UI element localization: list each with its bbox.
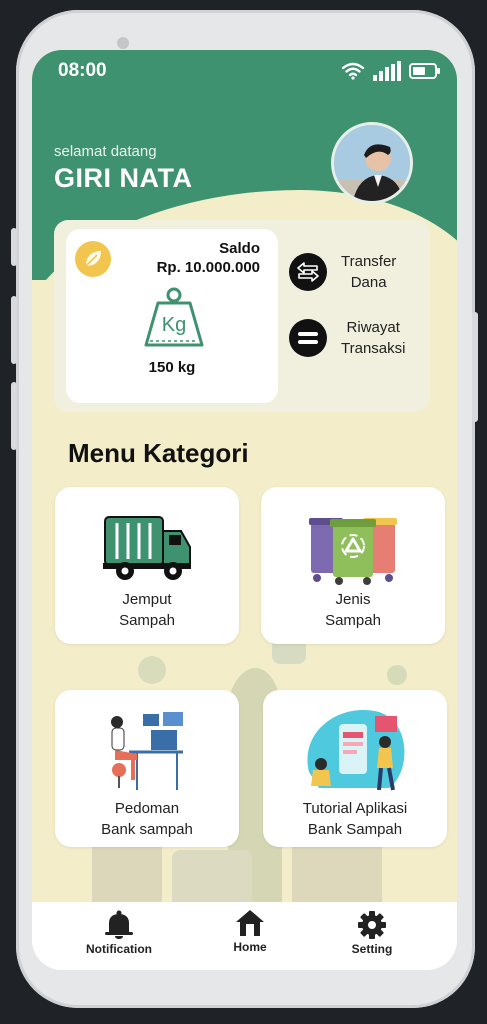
side-button-power [472, 312, 478, 422]
saldo-label: Saldo [219, 240, 260, 257]
balance-card[interactable]: Saldo Rp. 10.000.000 Kg 150 kg [66, 229, 278, 403]
leaf-badge [75, 241, 111, 277]
history-icon [289, 319, 327, 357]
nav-home[interactable]: Home [195, 908, 305, 954]
menu-tutorial-aplikasi[interactable]: Tutorial Aplikasi Bank Sampah [263, 690, 447, 847]
side-button-volume-down [11, 382, 17, 450]
side-button-mute [11, 228, 17, 266]
side-button-volume-up [11, 296, 17, 364]
transfer-dana-label: Transfer Dana [341, 251, 396, 293]
riwayat-label-line2: Transaksi [341, 340, 406, 357]
recycle-bins-icon [309, 518, 397, 585]
battery-icon [409, 63, 440, 79]
menu-label-pedoman: Pedoman Bank sampah [55, 798, 239, 840]
menu-label-jenis: Jenis Sampah [261, 589, 445, 631]
menu-label-jenis-line1: Jenis [335, 591, 371, 608]
greeting-text: selamat datang [54, 143, 157, 160]
bottom-nav: Notification Home Setting [32, 902, 457, 970]
weight-icon: Kg [144, 287, 204, 347]
wifi-icon [341, 62, 365, 80]
menu-label-jemput-line2: Sampah [119, 612, 175, 629]
saldo-value: Rp. 10.000.000 [156, 259, 260, 276]
tutorial-illustration-icon [307, 710, 405, 791]
nav-setting-label: Setting [351, 942, 393, 956]
menu-label-jemput-line1: Jemput [122, 591, 172, 608]
riwayat-label-line1: Riwayat [346, 319, 400, 336]
transfer-label-line2: Dana [350, 274, 387, 291]
avatar[interactable] [331, 122, 413, 204]
nav-notification[interactable]: Notification [64, 910, 174, 956]
truck-icon [103, 516, 191, 580]
menu-label-jenis-line2: Sampah [325, 612, 381, 629]
guide-illustration-icon [111, 712, 183, 790]
app-screen: 08:00 selamat datang GIRI NATA Saldo Rp.… [32, 50, 457, 970]
status-time: 08:00 [58, 60, 107, 81]
signal-icon [373, 61, 401, 81]
bell-icon [105, 910, 133, 939]
riwayat-transaksi-label: Riwayat Transaksi [341, 317, 405, 359]
menu-jenis-sampah[interactable]: Jenis Sampah [261, 487, 445, 644]
menu-label-pedoman-line2: Bank sampah [101, 821, 193, 838]
menu-pedoman-bank-sampah[interactable]: Pedoman Bank sampah [55, 690, 239, 847]
wallet-panel: Saldo Rp. 10.000.000 Kg 150 kg Transfer … [54, 220, 430, 412]
menu-label-tutorial-line1: Tutorial Aplikasi [302, 800, 408, 817]
nav-home-label: Home [233, 940, 267, 954]
camera-dot [117, 37, 129, 49]
menu-label-tutorial: Tutorial Aplikasi Bank Sampah [263, 798, 447, 840]
riwayat-transaksi-button[interactable]: Riwayat Transaksi [289, 317, 405, 359]
transfer-icon [289, 253, 327, 291]
status-icons [341, 61, 441, 81]
home-icon [236, 910, 264, 936]
menu-jemput-sampah[interactable]: Jemput Sampah [55, 487, 239, 644]
gear-icon [358, 911, 386, 939]
user-name: GIRI NATA [54, 163, 193, 193]
menu-label-jemput: Jemput Sampah [55, 589, 239, 631]
weight-icon-text: Kg [162, 314, 186, 336]
menu-title: Menu Kategori [68, 438, 249, 468]
nav-notification-label: Notification [86, 942, 152, 956]
transfer-label-line1: Transfer [341, 253, 397, 270]
menu-label-tutorial-line2: Bank Sampah [307, 821, 403, 838]
menu-label-pedoman-line1: Pedoman [114, 800, 180, 817]
transfer-dana-button[interactable]: Transfer Dana [289, 251, 396, 293]
leaf-icon [85, 251, 101, 267]
weight-value: 150 kg [148, 359, 196, 376]
nav-setting[interactable]: Setting [317, 910, 427, 956]
